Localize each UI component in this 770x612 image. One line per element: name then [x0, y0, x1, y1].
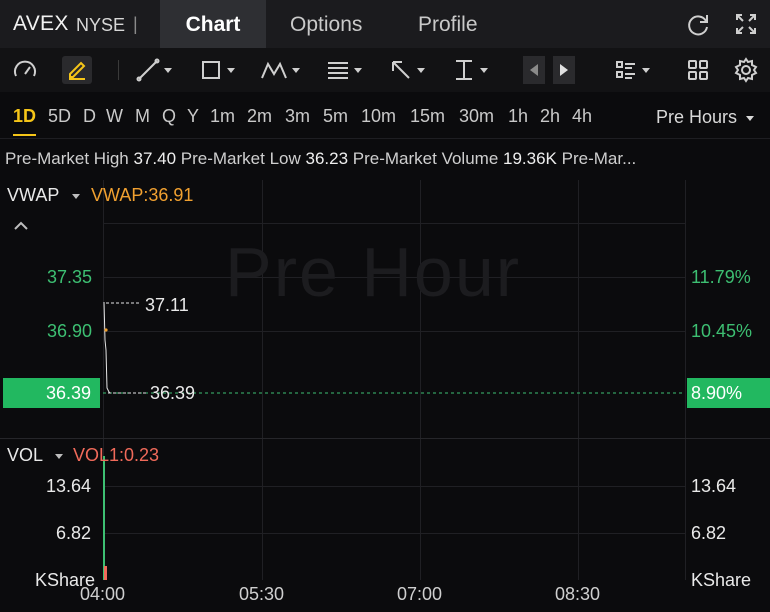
volume-value: VOL1:0.23 — [73, 445, 160, 465]
panel-divider — [0, 438, 770, 439]
volume-indicator-selector[interactable]: VOL — [7, 445, 64, 466]
x-tick: 07:00 — [397, 584, 443, 604]
vol-tick-left: 13.64 — [46, 476, 92, 496]
vol-tick-left: 6.82 — [56, 523, 92, 543]
volume-bar — [103, 456, 105, 580]
price-line-chart — [103, 301, 685, 580]
chevron-down-icon — [55, 453, 64, 459]
vol-unit-right: KShare — [691, 570, 752, 590]
x-tick: 05:30 — [239, 584, 285, 604]
last-marker-label: 36.39 — [150, 383, 196, 403]
x-tick: 04:00 — [80, 584, 126, 604]
volume-indicator-name: VOL — [7, 445, 43, 465]
volume-bar — [104, 566, 107, 580]
x-tick: 08:30 — [555, 584, 601, 604]
price-line — [103, 301, 111, 394]
vwap-point — [104, 328, 108, 332]
high-marker-label: 37.11 — [145, 295, 189, 315]
vol-tick-right: 13.64 — [691, 476, 737, 496]
vol-tick-right: 6.82 — [691, 523, 727, 543]
